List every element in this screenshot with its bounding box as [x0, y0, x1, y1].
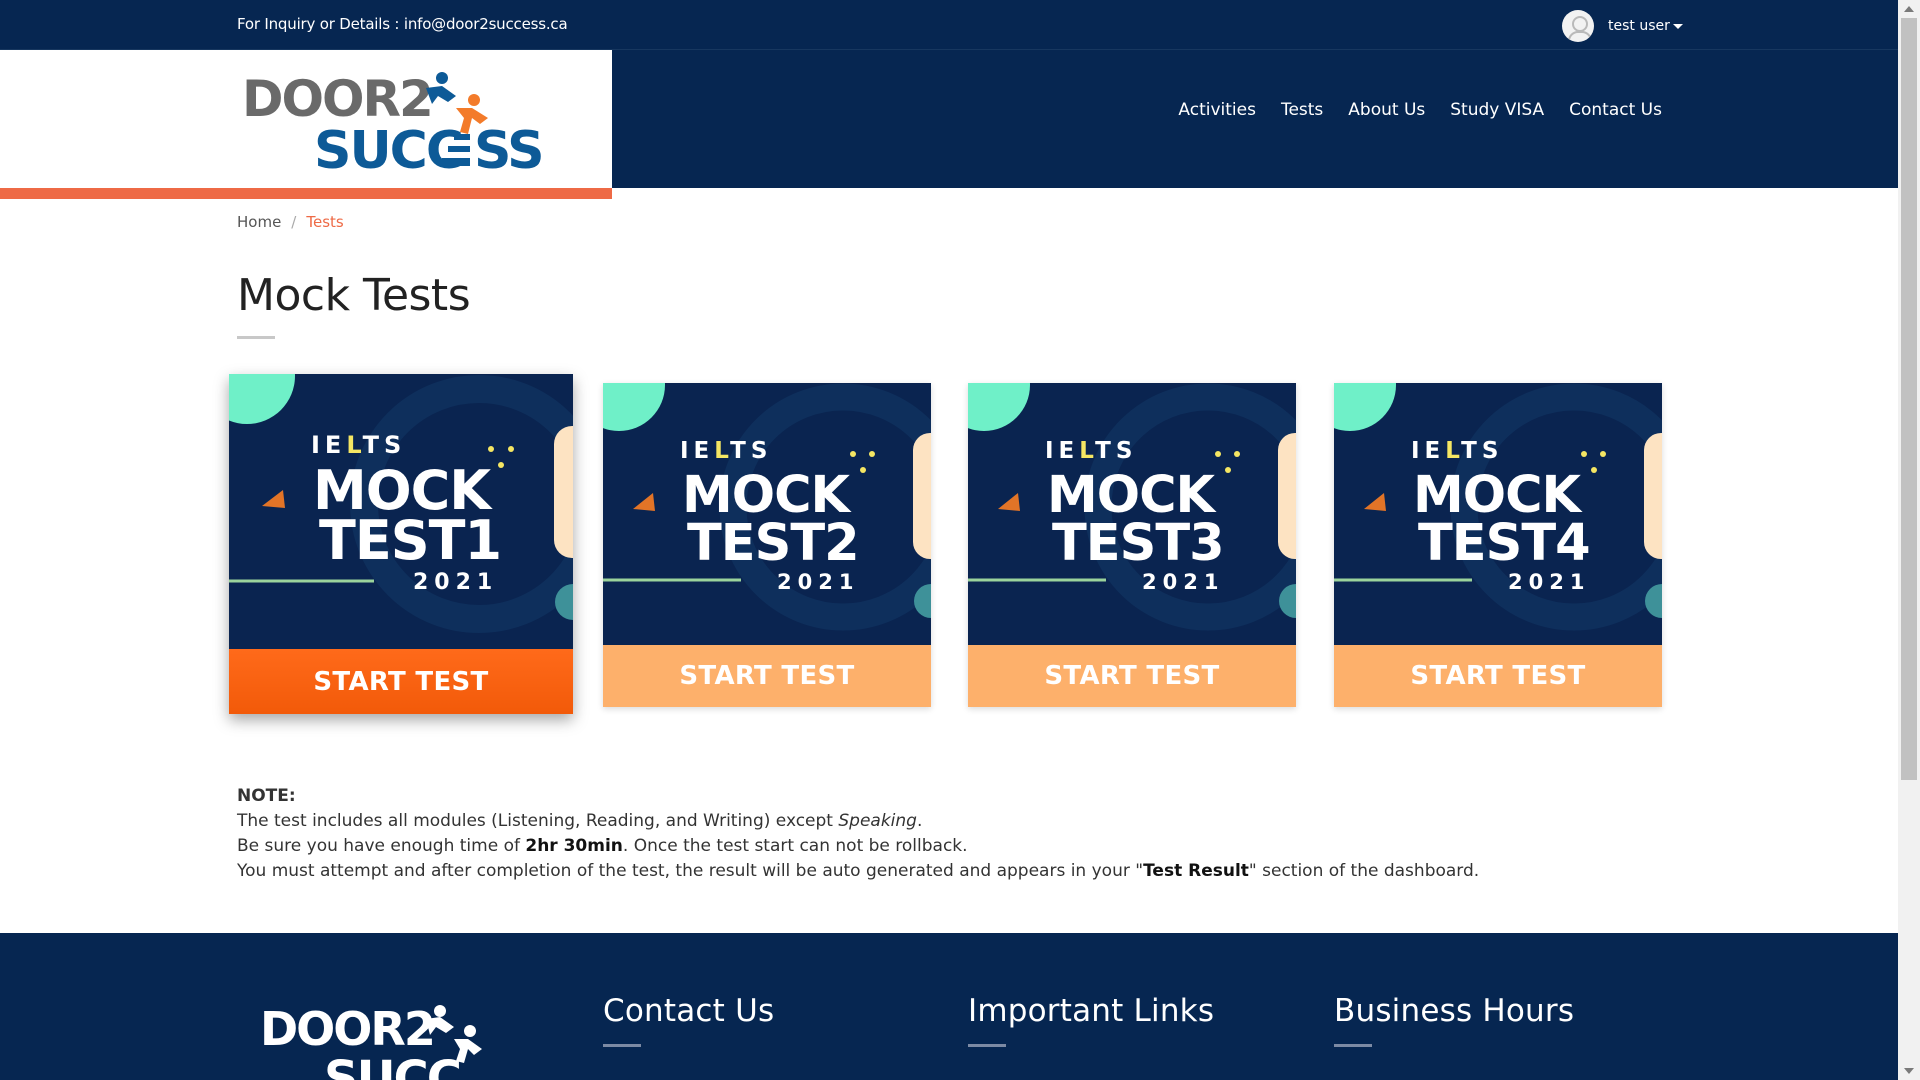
- footer-rule-hours: [1334, 1044, 1372, 1047]
- svg-text:2021: 2021: [1142, 570, 1224, 594]
- mock-test-card-4[interactable]: IELTS MOCK TEST4 2021 START TEST: [1334, 383, 1662, 707]
- scroll-up-arrow-icon[interactable]: [1904, 6, 1914, 12]
- user-name: test user: [1608, 18, 1670, 34]
- note-label: NOTE:: [237, 786, 296, 806]
- start-test-button-3[interactable]: START TEST: [968, 645, 1296, 707]
- logo-container[interactable]: DOOR2 SUCC SS: [0, 50, 612, 188]
- svg-text:IELTS: IELTS: [680, 438, 772, 464]
- svg-text:2021: 2021: [1508, 570, 1590, 594]
- mock-test-poster-4: IELTS MOCK TEST4 2021: [1334, 383, 1662, 645]
- site-header: DOOR2 SUCC SS Activities Tests About Us …: [0, 50, 1898, 188]
- breadcrumb-separator: /: [291, 213, 297, 231]
- note-line-2: Be sure you have enough time of 2hr 30mi…: [237, 836, 968, 856]
- svg-text:DOOR2: DOOR2: [260, 1002, 434, 1056]
- footer-rule-contact: [603, 1044, 641, 1047]
- inquiry-text: For Inquiry or Details : info@door2succe…: [237, 15, 568, 33]
- site-footer: DOOR2 SUCC Contact Us Important Links Bu…: [0, 933, 1898, 1080]
- logo-line2: SUCC: [314, 121, 462, 170]
- top-bar: For Inquiry or Details : info@door2succe…: [0, 0, 1898, 50]
- footer-heading-contact: Contact Us: [603, 993, 775, 1029]
- note-line-1: The test includes all modules (Listening…: [237, 811, 923, 831]
- footer-heading-hours: Business Hours: [1334, 993, 1575, 1029]
- title-underline: [237, 336, 275, 339]
- poster-graphic-1: IELTS MOCK TEST1 2021: [229, 374, 573, 649]
- mock-test-card-3[interactable]: IELTS MOCK TEST3 2021 START TEST: [968, 383, 1296, 707]
- svg-text:IELTS: IELTS: [1411, 438, 1503, 464]
- logo-accent-stripe: [0, 188, 612, 199]
- nav-tests[interactable]: Tests: [1281, 100, 1323, 120]
- nav-about-us[interactable]: About Us: [1348, 100, 1425, 120]
- svg-text:TEST2: TEST2: [687, 514, 859, 573]
- poster-graphic-4: IELTS MOCK TEST4 2021: [1334, 383, 1662, 645]
- note-line-3: You must attempt and after completion of…: [237, 861, 1480, 881]
- nav-activities[interactable]: Activities: [1178, 100, 1256, 120]
- breadcrumb-home[interactable]: Home: [237, 213, 281, 231]
- mock-test-card-1[interactable]: IELTS MOCK TEST1 2021 START TEST: [229, 374, 573, 714]
- user-menu[interactable]: test user: [1562, 10, 1683, 42]
- start-test-button-4[interactable]: START TEST: [1334, 645, 1662, 707]
- nav-contact-us[interactable]: Contact Us: [1569, 100, 1662, 120]
- svg-text:TEST4: TEST4: [1418, 514, 1590, 573]
- scroll-down-arrow-icon[interactable]: [1904, 1068, 1914, 1074]
- test-note: NOTE: The test includes all modules (Lis…: [237, 784, 1479, 884]
- mock-test-poster-2: IELTS MOCK TEST2 2021: [603, 383, 931, 645]
- main-nav: Activities Tests About Us Study VISA Con…: [1153, 100, 1662, 120]
- svg-text:IELTS: IELTS: [1045, 438, 1137, 464]
- page-scrollbar[interactable]: [1898, 0, 1920, 1080]
- mock-test-poster-3: IELTS MOCK TEST3 2021: [968, 383, 1296, 645]
- footer-rule-links: [968, 1044, 1006, 1047]
- breadcrumb: Home / Tests: [237, 213, 344, 231]
- nav-study-visa[interactable]: Study VISA: [1450, 100, 1544, 120]
- svg-text:TEST3: TEST3: [1052, 514, 1224, 573]
- svg-text:SUCC: SUCC: [324, 1051, 460, 1080]
- footer-logo: DOOR2 SUCC: [260, 1002, 482, 1080]
- logo-line2-end: SS: [474, 121, 543, 170]
- poster-graphic-2: IELTS MOCK TEST2 2021: [603, 383, 931, 645]
- poster-graphic-3: IELTS MOCK TEST3 2021: [968, 383, 1296, 645]
- footer-heading-links: Important Links: [968, 993, 1215, 1029]
- start-test-button-2[interactable]: START TEST: [603, 645, 931, 707]
- breadcrumb-current: Tests: [306, 213, 344, 231]
- svg-text:TEST1: TEST1: [319, 509, 501, 572]
- svg-text:IELTS: IELTS: [311, 431, 406, 459]
- page-title: Mock Tests: [237, 270, 471, 321]
- svg-text:2021: 2021: [777, 570, 859, 594]
- logo-line1: DOOR2: [242, 70, 432, 128]
- mock-test-card-2[interactable]: IELTS MOCK TEST2 2021 START TEST: [603, 383, 931, 707]
- start-test-button-1[interactable]: START TEST: [229, 649, 573, 714]
- user-avatar-icon: [1562, 10, 1594, 42]
- mock-test-poster-1: IELTS MOCK TEST1 2021: [229, 374, 573, 649]
- scroll-thumb[interactable]: [1901, 18, 1917, 780]
- caret-down-icon: [1672, 23, 1683, 29]
- svg-text:2021: 2021: [413, 570, 498, 595]
- door2success-logo: DOOR2 SUCC SS: [242, 70, 545, 170]
